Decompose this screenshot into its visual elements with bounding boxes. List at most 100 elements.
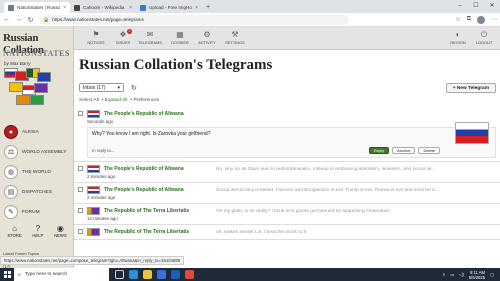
sidebar-item-world-assembly[interactable]: ⚖ World Assembly [2, 142, 72, 162]
task-view-icon[interactable] [115, 270, 124, 279]
nav-label: ACTIVITY [198, 40, 216, 45]
store-app-icon[interactable] [157, 270, 166, 279]
telegram-preview[interactable]: oh, makes sense! Lol, I beat the mods to… [216, 230, 494, 235]
search-icon: ⌕ [18, 272, 21, 278]
windows-taskbar: ⌕ Type here to search ˄ ▭ ◁) 9:11 AM 5/5… [0, 268, 500, 281]
altwana-flag-icon [87, 110, 100, 118]
edge-icon[interactable] [129, 270, 138, 279]
sender-name[interactable]: The People's Republic of Altwana [104, 166, 184, 172]
telegram-preview[interactable]: Social democracy is based. Fascism and B… [216, 188, 494, 193]
tab-nationstates[interactable]: NationStates | Russian Collation × [4, 2, 70, 13]
clock[interactable]: 9:11 AM 5/5/2025 [469, 270, 485, 280]
telegram-item[interactable]: The Republic of The Terra Libertatis 14 … [74, 204, 500, 225]
telegram-item[interactable]: The People's Republic of Altwana 2 minut… [74, 162, 500, 183]
reload-icon[interactable]: ↻ [27, 16, 34, 24]
maximize-icon[interactable]: ☐ [468, 0, 484, 13]
windows-app-icon[interactable] [185, 270, 194, 279]
sender-name[interactable]: The Republic of The Terra Libertatis [104, 208, 189, 214]
close-icon[interactable]: × [129, 5, 132, 11]
sender-name[interactable]: The People's Republic of Altwana [104, 187, 184, 193]
imghost-favicon-icon [140, 4, 146, 11]
telegram-preview[interactable]: Oh my gosh, is he really? I think he's g… [216, 209, 494, 214]
sidebar-item-label: World Assembly [22, 149, 67, 155]
nationstates-wordmark[interactable]: NATIONSTATES [3, 49, 70, 58]
delete-button[interactable]: Delete [418, 147, 440, 154]
new-telegram-button[interactable]: + New Telegram [445, 83, 496, 93]
sender-name[interactable]: The Republic of The Terra Libertatis [104, 229, 189, 235]
forward-icon[interactable]: → [15, 16, 22, 23]
nav-dossier[interactable]: ▦ DOSSIER [168, 30, 192, 45]
in-reply-to-link[interactable]: In reply to... [92, 148, 114, 153]
nav-label: NOTICES [87, 40, 105, 45]
system-tray: ˄ ▭ ◁) 9:11 AM 5/5/2025 ▢ [443, 270, 500, 280]
url-field[interactable]: 🔒 https://www.nationstates.net/page=tele… [39, 14, 349, 25]
telegram-item[interactable]: The Republic of The Terra Libertatis oh,… [74, 225, 500, 240]
minimize-icon[interactable]: – [452, 0, 468, 13]
archive-button[interactable]: Archive [392, 147, 416, 154]
help-link[interactable]: ? HELP [32, 224, 43, 238]
folder-select[interactable]: Inbox (17) ▾ [79, 83, 124, 92]
sidebar-item-the-world[interactable]: ◍ The World [2, 162, 72, 182]
taskbar-search[interactable]: ⌕ Type here to search [14, 268, 109, 281]
page-title: Russian Collation's Telegrams [79, 57, 273, 73]
back-icon[interactable]: ← [3, 16, 10, 23]
nav-telegrams[interactable]: ✉ TELEGRAMS [138, 30, 162, 45]
nav-label: TELEGRAMS [138, 40, 162, 45]
volume-icon[interactable]: ◁) [459, 272, 464, 277]
nav-issues[interactable]: ❖ 1 ISSUES [111, 29, 135, 45]
wikipedia-favicon-icon [74, 4, 80, 11]
nav-label: DOSSIER [171, 40, 189, 45]
telegram-item[interactable]: The People's Republic of Altwana Seconds… [74, 107, 500, 162]
select-all-link[interactable]: Select All [79, 98, 99, 103]
nav-logout[interactable]: ⏻ LOGOUT [472, 30, 496, 45]
nav-activity[interactable]: ⚙ ACTIVITY [195, 30, 219, 45]
telegram-list: The People's Republic of Altwana Seconds… [74, 107, 500, 240]
store-link[interactable]: ⌂ STORE [7, 224, 21, 238]
news-link[interactable]: ◉ NEWS [54, 224, 67, 238]
sender-name[interactable]: The People's Republic of Altwana [104, 111, 184, 117]
globe-icon: ◍ [4, 165, 18, 179]
sidebar-item-dispatches[interactable]: ▤ Dispatches [2, 182, 72, 202]
telegram-preview[interactable]: No, why do all Slavs lean to authoritari… [216, 167, 494, 172]
close-icon[interactable]: × [195, 5, 198, 11]
expand-all-link[interactable]: Expand All [105, 98, 128, 103]
list-controls: Select All • Expand All • Preferences [79, 98, 160, 103]
menu-dots-icon[interactable]: ⋯ [491, 16, 497, 23]
sidebar-item-forum[interactable]: ✎ Forum [2, 202, 72, 222]
telegram-checkbox[interactable] [78, 208, 83, 213]
profile-avatar[interactable] [477, 15, 485, 24]
nav-region[interactable]: ◐ REGION [446, 30, 470, 45]
window-close-icon[interactable]: ✕ [484, 0, 500, 13]
reply-button[interactable]: Reply [368, 147, 390, 154]
file-explorer-icon[interactable] [143, 270, 152, 279]
chevron-up-icon[interactable]: ˄ [443, 272, 445, 277]
telegram-checkbox[interactable] [78, 111, 83, 116]
activity-icon: ⚙ [203, 30, 211, 39]
sidebar-item-label: ALESIA [22, 129, 39, 135]
telegram-checkbox[interactable] [78, 166, 83, 171]
news-label: NEWS [54, 233, 67, 238]
telegram-checkbox[interactable] [78, 229, 83, 234]
taskbar-apps [115, 270, 194, 279]
new-tab-icon[interactable]: + [202, 2, 214, 13]
telegram-checkbox[interactable] [78, 187, 83, 192]
nav-settings[interactable]: ⚒ SETTINGS [223, 30, 247, 45]
collections-icon[interactable]: ⧉ [467, 16, 471, 23]
refresh-icon[interactable]: ↻ [131, 84, 137, 92]
preferences-link[interactable]: Preferences [133, 98, 159, 103]
close-icon[interactable]: × [63, 5, 66, 11]
nav-notices[interactable]: ⚑ NOTICES [84, 30, 108, 45]
byline: by Max Barry [4, 61, 31, 66]
windows-start-icon[interactable] [0, 268, 14, 281]
status-url-tooltip: https://www.nationstates.net/page=compos… [0, 256, 185, 265]
star-icon[interactable]: ☆ [455, 16, 460, 23]
notifications-icon[interactable]: ▢ [490, 272, 494, 277]
tab-wikipedia[interactable]: Cahoom - Wikipedia × [70, 2, 136, 13]
mail-icon[interactable] [171, 270, 180, 279]
network-icon[interactable]: ▭ [450, 272, 454, 277]
telegram-item[interactable]: The People's Republic of Altwana 2 minut… [74, 183, 500, 204]
tab-upload[interactable]: Upload - Free ImgHost × [136, 2, 202, 13]
nation-flag-collage[interactable] [4, 68, 52, 106]
telegram-time: 14 minutes ago [87, 216, 118, 221]
sidebar-item-alesia[interactable]: ● ALESIA [2, 122, 72, 142]
